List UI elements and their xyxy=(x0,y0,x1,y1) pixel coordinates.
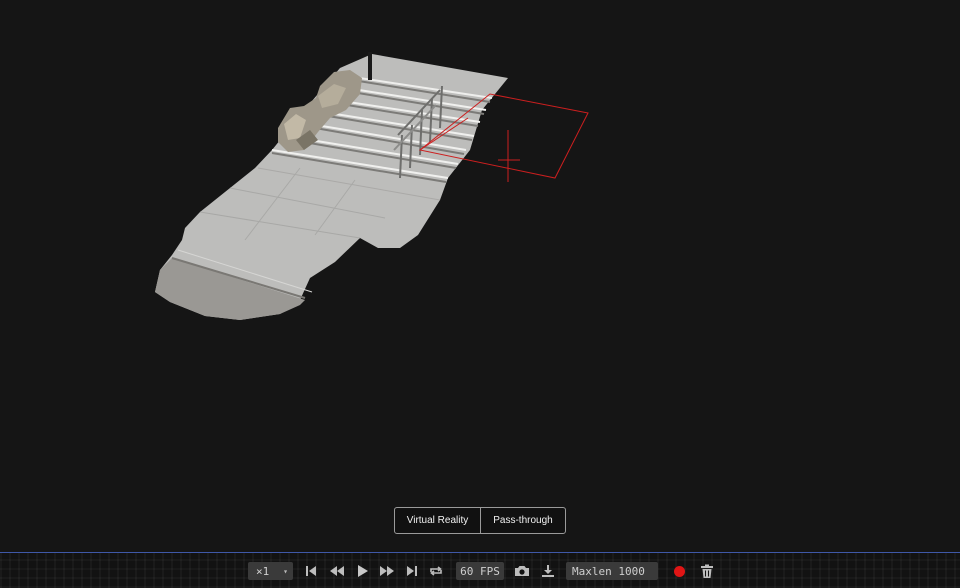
trash-icon[interactable] xyxy=(698,562,716,580)
virtual-reality-button[interactable]: Virtual Reality xyxy=(395,508,481,533)
maxlen-input[interactable]: Maxlen 1000 xyxy=(566,562,658,580)
3d-viewport[interactable]: Virtual Reality Pass-through xyxy=(0,0,960,553)
fast-forward-icon[interactable] xyxy=(376,562,398,580)
camera-icon[interactable] xyxy=(513,562,531,580)
playback-toolbar: ×1 ▾ 60 FPS Maxlen 1000 xyxy=(0,553,960,588)
point-cloud-scene xyxy=(155,52,589,320)
bollard-post xyxy=(368,52,372,80)
skip-start-icon[interactable] xyxy=(302,562,320,580)
playback-speed-select[interactable]: ×1 ▾ xyxy=(248,562,293,580)
loop-icon[interactable] xyxy=(427,562,445,580)
maxlen-value: Maxlen 1000 xyxy=(572,564,645,578)
record-icon[interactable] xyxy=(672,562,686,580)
skip-end-icon[interactable] xyxy=(403,562,421,580)
xr-mode-selector: Virtual Reality Pass-through xyxy=(394,507,566,534)
fps-label: 60 FPS xyxy=(460,564,500,578)
pass-through-button[interactable]: Pass-through xyxy=(481,508,565,533)
rewind-icon[interactable] xyxy=(326,562,348,580)
speed-value: ×1 xyxy=(256,564,270,578)
fps-indicator: 60 FPS xyxy=(456,562,504,580)
download-icon[interactable] xyxy=(539,562,557,580)
chevron-down-icon: ▾ xyxy=(283,566,288,576)
play-icon[interactable] xyxy=(353,562,371,580)
